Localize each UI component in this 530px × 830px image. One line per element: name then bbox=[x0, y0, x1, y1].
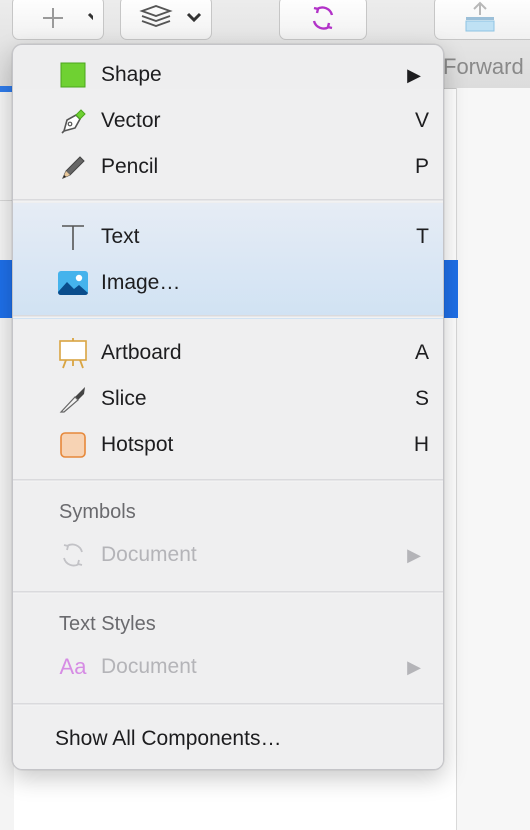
menu-item-label: Slice bbox=[101, 387, 147, 410]
insert-button[interactable] bbox=[12, 0, 104, 40]
shape-icon bbox=[57, 59, 89, 91]
slice-icon bbox=[57, 383, 89, 415]
menu-item-label: Pencil bbox=[101, 155, 159, 178]
chevron-down-icon bbox=[87, 12, 93, 21]
forward-button[interactable] bbox=[434, 0, 530, 40]
text-styles-header: Text Styles bbox=[59, 613, 156, 635]
menu-item-label: Text bbox=[101, 225, 140, 248]
insert-menu: Shape ▶ Vector V Pencil P Text T Image… … bbox=[12, 44, 444, 770]
sync-icon bbox=[312, 6, 334, 30]
symbols-header: Symbols bbox=[59, 501, 136, 523]
pencil-icon bbox=[57, 151, 89, 183]
menu-item-label: Shape bbox=[101, 63, 162, 86]
layers-button[interactable] bbox=[120, 0, 212, 40]
artboard-icon bbox=[57, 337, 89, 369]
hotspot-icon bbox=[57, 429, 89, 461]
menu-separator bbox=[13, 199, 443, 202]
menu-item-label: Document bbox=[101, 655, 197, 678]
shortcut-key: V bbox=[414, 109, 429, 132]
forward-label: Forward bbox=[443, 54, 524, 79]
menu-item-label: Vector bbox=[101, 109, 161, 132]
text-icon bbox=[57, 221, 89, 253]
menu-separator bbox=[13, 315, 443, 318]
menu-separator bbox=[13, 591, 443, 594]
shortcut-key: S bbox=[414, 387, 429, 410]
submenu-arrow-icon: ▶ bbox=[407, 544, 421, 565]
symbol-sync-icon bbox=[57, 539, 89, 571]
menu-item-shape[interactable]: Shape ▶ bbox=[13, 53, 443, 97]
menu-item-image[interactable]: Image… bbox=[13, 261, 443, 305]
submenu-arrow-icon: ▶ bbox=[407, 656, 421, 677]
shortcut-key: T bbox=[416, 225, 429, 248]
show-all-components-item[interactable]: Show All Components… bbox=[55, 727, 281, 751]
menu-item-slice[interactable]: Slice S bbox=[13, 377, 443, 421]
menu-item-vector[interactable]: Vector V bbox=[13, 99, 443, 143]
shortcut-key: A bbox=[414, 341, 429, 364]
menu-item-artboard[interactable]: Artboard A bbox=[13, 331, 443, 375]
menu-item-symbols-document: Document ▶ bbox=[13, 533, 443, 577]
pen-icon bbox=[57, 105, 89, 137]
forward-icon bbox=[465, 1, 495, 32]
shortcut-key: P bbox=[414, 155, 429, 178]
menu-item-text-styles-document: Aa Document ▶ bbox=[13, 645, 443, 689]
plus-icon bbox=[43, 8, 93, 28]
layer-tab-indicator bbox=[0, 86, 12, 92]
menu-item-hotspot[interactable]: Hotspot H bbox=[13, 423, 443, 467]
layers-icon bbox=[139, 5, 202, 27]
create-symbol-button[interactable] bbox=[279, 0, 367, 40]
menu-item-label: Artboard bbox=[101, 341, 182, 364]
text-style-icon: Aa bbox=[59, 654, 87, 679]
shortcut-key: H bbox=[413, 433, 429, 456]
inspector-panel bbox=[456, 88, 530, 830]
menu-separator bbox=[13, 703, 443, 706]
menu-item-label: Hotspot bbox=[101, 433, 174, 456]
menu-separator bbox=[13, 479, 443, 482]
submenu-arrow-icon: ▶ bbox=[407, 64, 421, 85]
selected-layer-row-edge bbox=[444, 260, 458, 318]
menu-item-label: Document bbox=[101, 543, 197, 566]
menu-item-pencil[interactable]: Pencil P bbox=[13, 145, 443, 189]
menu-item-text[interactable]: Text T bbox=[13, 215, 443, 259]
menu-item-label: Image… bbox=[101, 271, 181, 294]
image-icon bbox=[57, 267, 89, 299]
